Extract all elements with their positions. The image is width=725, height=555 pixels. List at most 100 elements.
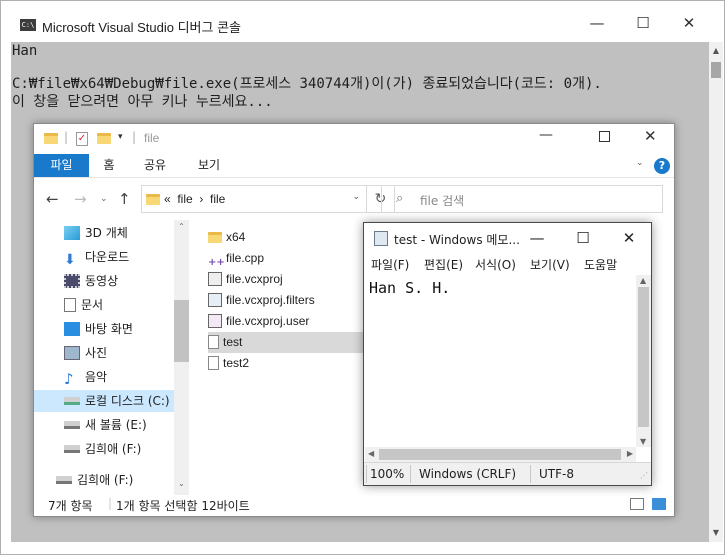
sidebar-item-label: 바탕 화면 bbox=[85, 322, 133, 336]
scroll-down-arrow-icon[interactable]: ▼ bbox=[709, 526, 723, 540]
sidebar-item-local-disk-c[interactable]: 로컬 디스크 (C:) bbox=[34, 390, 174, 412]
tab-home[interactable]: 홈 bbox=[94, 154, 124, 177]
navigation-pane: 3D 개체 ⬇ 다운로드 동영상 문서 바탕 화면 사진 ♪ 음악 로컬 디스크 (… bbox=[34, 220, 189, 495]
breadcrumb[interactable]: « file › file bbox=[164, 192, 225, 206]
sidebar-item-music[interactable]: ♪ 음악 bbox=[64, 366, 107, 388]
drive-icon bbox=[64, 445, 80, 453]
list-item[interactable]: file.vcxproj.filters bbox=[208, 290, 368, 311]
address-bar[interactable]: « file › file ⌄ bbox=[141, 185, 367, 213]
address-dropdown-icon[interactable]: ⌄ bbox=[352, 192, 360, 202]
large-icons-view-icon[interactable] bbox=[652, 498, 666, 510]
search-box[interactable]: ⌕ file 검색 bbox=[381, 185, 663, 213]
sidebar-item-desktop[interactable]: 바탕 화면 bbox=[64, 318, 133, 340]
notepad-icon bbox=[374, 231, 388, 246]
notepad-titlebar[interactable]: test - Windows 메모... — ☐ ✕ bbox=[364, 223, 651, 253]
scroll-up-arrow-icon[interactable]: ▲ bbox=[640, 276, 646, 285]
scroll-left-arrow-icon[interactable]: ◀ bbox=[368, 449, 374, 458]
forward-arrow-icon[interactable]: → bbox=[74, 190, 87, 208]
back-arrow-icon[interactable]: ← bbox=[46, 190, 59, 208]
help-icon[interactable]: ? bbox=[654, 158, 670, 174]
quick-access-dropdown-icon[interactable]: ▾ bbox=[118, 132, 123, 142]
search-input[interactable]: file 검색 bbox=[420, 192, 464, 209]
notepad-menubar: 파일(F) 편집(E) 서식(O) 보기(V) 도움말 bbox=[364, 253, 651, 275]
console-app-icon: C:\ bbox=[20, 19, 36, 31]
item-count: 7개 항목 bbox=[48, 499, 93, 513]
explorer-minimize-button[interactable]: — bbox=[539, 127, 553, 143]
scroll-down-arrow-icon[interactable]: ⌄ bbox=[174, 479, 189, 493]
console-line: C:₩file₩x64₩Debug₩file.exe(프로세스 340744개)… bbox=[12, 76, 602, 92]
recent-locations-icon[interactable]: ⌄ bbox=[100, 194, 108, 204]
menu-edit[interactable]: 편집(E) bbox=[424, 256, 463, 273]
download-icon: ⬇ bbox=[64, 252, 76, 268]
expand-ribbon-icon[interactable]: ⌄ bbox=[636, 158, 644, 168]
scroll-up-arrow-icon[interactable]: ⌃ bbox=[174, 222, 189, 236]
sidebar-item-videos[interactable]: 동영상 bbox=[64, 270, 118, 292]
notepad-maximize-button[interactable]: ☐ bbox=[560, 223, 606, 253]
explorer-titlebar[interactable]: | ✓ ▾ | file — ✕ bbox=[34, 124, 674, 154]
menu-file[interactable]: 파일(F) bbox=[371, 256, 409, 273]
sidebar-item-volume-e[interactable]: 새 볼륨 (E:) bbox=[64, 414, 147, 436]
notepad-horizontal-thumb[interactable] bbox=[379, 449, 621, 460]
sidebar-item-drive-f[interactable]: 김희애 (F:) bbox=[64, 438, 141, 460]
list-item[interactable]: file.vcxproj bbox=[208, 269, 368, 290]
menu-help[interactable]: 도움말 bbox=[584, 256, 617, 273]
console-titlebar[interactable]: C:\ Microsoft Visual Studio 디버그 콘솔 — ☐ ✕ bbox=[2, 2, 723, 42]
console-scrollbar[interactable]: ▲ ▼ bbox=[709, 42, 723, 542]
resize-grip-icon[interactable]: ⋰ bbox=[640, 471, 648, 480]
desktop-icon bbox=[64, 322, 80, 336]
navigation-scroll-thumb[interactable] bbox=[174, 300, 189, 362]
separator bbox=[530, 465, 531, 483]
selection-info: 1개 항목 선택함 12바이트 bbox=[116, 499, 250, 513]
properties-icon[interactable]: ✓ bbox=[76, 132, 88, 146]
new-folder-icon[interactable] bbox=[97, 133, 111, 144]
sidebar-item-downloads[interactable]: ⬇ 다운로드 bbox=[64, 246, 129, 268]
sidebar-item-label: 음악 bbox=[85, 370, 108, 384]
tab-share[interactable]: 공유 bbox=[134, 154, 176, 177]
explorer-close-button[interactable]: ✕ bbox=[644, 127, 657, 145]
console-scroll-thumb[interactable] bbox=[711, 62, 721, 78]
notepad-minimize-button[interactable]: — bbox=[514, 223, 560, 253]
list-item[interactable]: test bbox=[208, 332, 368, 353]
notepad-title: test - Windows 메모... bbox=[394, 233, 520, 247]
project-file-icon bbox=[208, 272, 222, 286]
menu-view[interactable]: 보기(V) bbox=[530, 256, 570, 273]
separator: | bbox=[64, 130, 69, 144]
list-item[interactable]: test2 bbox=[208, 353, 368, 374]
sidebar-item-pictures[interactable]: 사진 bbox=[64, 342, 107, 364]
sidebar-item-usb-f[interactable]: 김희애 (F:) bbox=[56, 469, 133, 491]
picture-icon bbox=[64, 346, 80, 360]
notepad-vertical-thumb[interactable] bbox=[638, 287, 649, 427]
usb-drive-icon bbox=[56, 476, 72, 484]
notepad-window[interactable]: test - Windows 메모... — ☐ ✕ 파일(F) 편집(E) 서… bbox=[363, 222, 652, 486]
sidebar-item-label: 문서 bbox=[81, 298, 104, 312]
scroll-right-arrow-icon[interactable]: ▶ bbox=[627, 449, 633, 458]
list-item[interactable]: file.vcxproj.user bbox=[208, 311, 368, 332]
details-view-icon[interactable] bbox=[630, 498, 644, 510]
file-name: file.vcxproj bbox=[226, 272, 283, 286]
user-file-icon bbox=[208, 314, 222, 328]
scroll-up-arrow-icon[interactable]: ▲ bbox=[709, 44, 723, 58]
file-name: x64 bbox=[226, 230, 246, 244]
scroll-down-arrow-icon[interactable]: ▼ bbox=[640, 437, 646, 446]
tab-view[interactable]: 보기 bbox=[184, 154, 234, 177]
sidebar-item-documents[interactable]: 문서 bbox=[64, 294, 103, 316]
zoom-level: 100% bbox=[370, 467, 405, 481]
notepad-content[interactable]: Han S. H. bbox=[369, 279, 450, 297]
notepad-vertical-scrollbar[interactable]: ▲ ▼ bbox=[636, 275, 651, 447]
console-close-button[interactable]: ✕ bbox=[666, 8, 712, 38]
up-arrow-icon[interactable]: ↑ bbox=[118, 190, 131, 208]
tab-file[interactable]: 파일 bbox=[34, 154, 89, 177]
list-item[interactable]: x64 bbox=[208, 227, 368, 248]
console-minimize-button[interactable]: — bbox=[574, 8, 620, 38]
list-item[interactable]: ++file.cpp bbox=[208, 248, 368, 269]
video-icon bbox=[64, 274, 80, 288]
console-maximize-button[interactable]: ☐ bbox=[620, 8, 666, 38]
sidebar-item-3d-objects[interactable]: 3D 개체 bbox=[64, 222, 128, 244]
file-name: file.cpp bbox=[226, 251, 265, 265]
notepad-text-area[interactable]: Han S. H. bbox=[365, 275, 636, 447]
notepad-close-button[interactable]: ✕ bbox=[606, 223, 652, 253]
notepad-horizontal-scrollbar[interactable]: ◀ ▶ bbox=[365, 447, 636, 462]
navigation-scrollbar[interactable]: ⌃ ⌄ bbox=[174, 220, 189, 495]
explorer-maximize-button[interactable] bbox=[599, 131, 610, 142]
menu-format[interactable]: 서식(O) bbox=[475, 256, 516, 273]
